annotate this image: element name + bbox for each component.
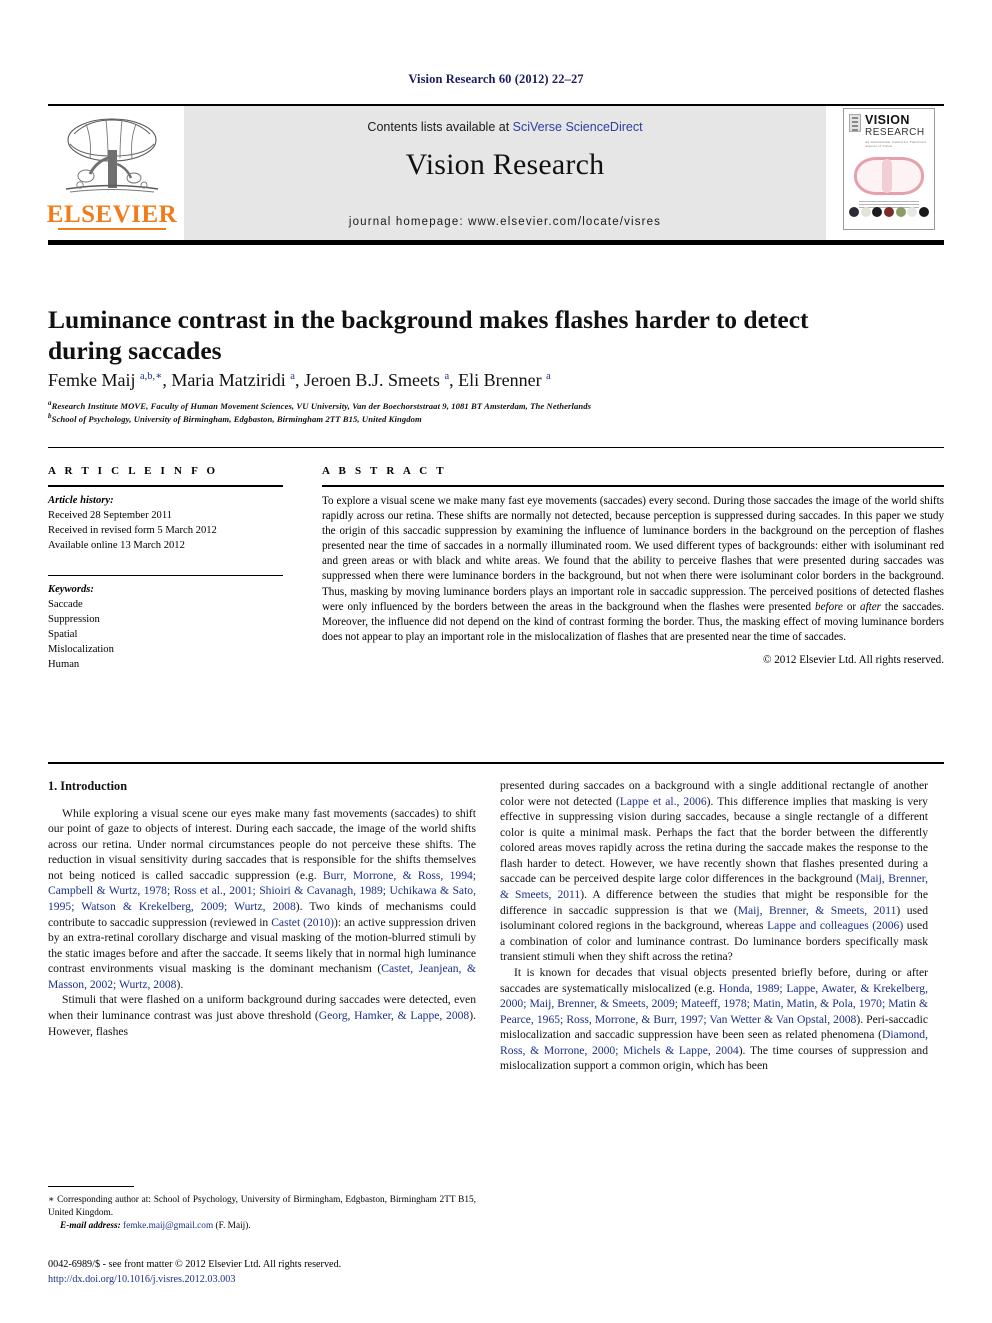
cover-badge-icon (849, 114, 862, 132)
masthead-bottom-bar (48, 240, 944, 245)
email-link[interactable]: femke.maij@gmail.com (123, 1221, 213, 1231)
affiliation-a: aResearch Institute MOVE, Faculty of Hum… (48, 399, 592, 411)
corresponding-author-text: ∗ Corresponding author at: School of Psy… (48, 1195, 476, 1219)
masthead-center-band: Contents lists available at SciVerse Sci… (184, 106, 826, 240)
abstract-emph-before: before (815, 600, 843, 613)
affiliation-b: bSchool of Psychology, University of Bir… (48, 412, 422, 424)
abstract-emph-after: after (860, 600, 881, 613)
received-date: Received 28 September 2011 (48, 509, 173, 521)
abstract-column: A B S T R A C T To explore a visual scen… (322, 465, 944, 666)
affiliation-a-text: Research Institute MOVE, Faculty of Huma… (51, 400, 592, 411)
email-label: E-mail address: (60, 1220, 121, 1231)
article-title: Luminance contrast in the background mak… (48, 305, 809, 365)
citation-lappe-2006[interactable]: Lappe et al., 2006 (620, 795, 707, 808)
article-info-rule (48, 485, 283, 487)
footnote-divider (48, 1186, 134, 1188)
abstract-text: To explore a visual scene we make many f… (322, 494, 944, 646)
doi-link[interactable]: http://dx.doi.org/10.1016/j.visres.2012.… (48, 1273, 548, 1288)
abstract-part-2: or (842, 600, 861, 613)
cover-title-line1: VISION (865, 113, 910, 127)
left-paragraph-1: While exploring a visual scene our eyes … (48, 806, 476, 993)
right-paragraph-1: presented during saccades on a backgroun… (500, 778, 928, 965)
body-column-left: 1. Introduction While exploring a visual… (48, 778, 476, 1039)
abstract-copyright: © 2012 Elsevier Ltd. All rights reserved… (763, 654, 944, 667)
article-history-label: Article history: (48, 494, 114, 506)
journal-masthead: ELSEVIER Contents lists available at Sci… (46, 104, 944, 240)
issn-copyright-line: 0042-6989/$ - see front matter © 2012 El… (48, 1259, 342, 1270)
paper-page: Vision Research 60 (2012) 22–27 ELSEVIER… (0, 0, 992, 1323)
panel-bottom-rule (48, 762, 944, 764)
elsevier-underline (58, 228, 166, 230)
article-info-heading: A R T I C L E I N F O (48, 465, 219, 477)
contents-prefix: Contents lists available at (367, 120, 513, 134)
elsevier-logo: ELSEVIER (46, 106, 178, 240)
cover-figure (854, 155, 924, 197)
contents-available-line: Contents lists available at SciVerse Sci… (184, 120, 826, 134)
running-head: Vision Research 60 (2012) 22–27 (408, 72, 584, 86)
abstract-part-1: To explore a visual scene we make many f… (322, 494, 944, 613)
author-list: Femke Maij a,b,∗, Maria Matziridi a, Jer… (48, 370, 551, 390)
citation-maij-2011b[interactable]: Maij, Brenner, & Smeets, 2011 (738, 904, 897, 917)
available-online-date: Available online 13 March 2012 (48, 539, 185, 551)
sciencedirect-link[interactable]: SciVerse ScienceDirect (513, 120, 643, 134)
panel-top-rule (48, 447, 944, 448)
journal-title: Vision Research (405, 148, 605, 181)
corresponding-author-footnote: ∗ Corresponding author at: School of Psy… (48, 1186, 476, 1233)
section-heading-introduction: 1. Introduction (48, 779, 128, 793)
right-paragraph-2: It is known for decades that visual obje… (500, 965, 928, 1074)
cover-header: VISION RESEARCH An International Journal… (849, 114, 929, 148)
lp1-d: ). (176, 977, 184, 991)
keyword-list: Saccade Suppression Spatial Mislocalization… (48, 599, 114, 671)
email-suffix: (F. Maij). (213, 1220, 251, 1231)
keywords-rule (48, 574, 283, 577)
cover-title-line2: RESEARCH (865, 126, 925, 138)
affiliation-b-text: School of Psychology, University of Birm… (51, 413, 422, 424)
journal-cover-thumbnail: VISION RESEARCH An International Journal… (834, 106, 944, 240)
citation-castet-2010[interactable]: Castet (2010) (271, 916, 334, 929)
citation-georg-2008[interactable]: Georg, Hamker, & Lappe, 2008 (319, 1009, 469, 1022)
citation-lappe-colleagues[interactable]: Lappe and colleagues (2006) (767, 919, 903, 932)
article-info-column: A R T I C L E I N F O Article history: R… (48, 465, 298, 672)
body-column-right: presented during saccades on a backgroun… (500, 778, 928, 1074)
journal-homepage-link[interactable]: journal homepage: www.elsevier.com/locat… (184, 216, 826, 228)
elsevier-wordmark: ELSEVIER (46, 201, 178, 228)
cover-thumbnail-row (849, 207, 929, 217)
revised-date: Received in revised form 5 March 2012 (48, 524, 217, 536)
article-history-block: Article history: Received 28 September 2… (48, 493, 298, 553)
abstract-rule (322, 485, 944, 487)
left-paragraph-2: Stimuli that were flashed on a uniform b… (48, 992, 476, 1039)
elsevier-tree-icon (65, 118, 159, 193)
cover-card: VISION RESEARCH An International Journal… (843, 108, 935, 230)
cover-subtitle: An International Journal for Functional … (865, 139, 927, 148)
email-line: E-mail address: femke.maij@gmail.com (F.… (48, 1220, 476, 1233)
keywords-block: Keywords: Saccade Suppression Spatial Mislo… (48, 582, 298, 672)
abstract-heading: A B S T R A C T (322, 465, 447, 477)
page-footer: 0042-6989/$ - see front matter © 2012 El… (48, 1258, 548, 1288)
keywords-label: Keywords: (48, 584, 94, 596)
